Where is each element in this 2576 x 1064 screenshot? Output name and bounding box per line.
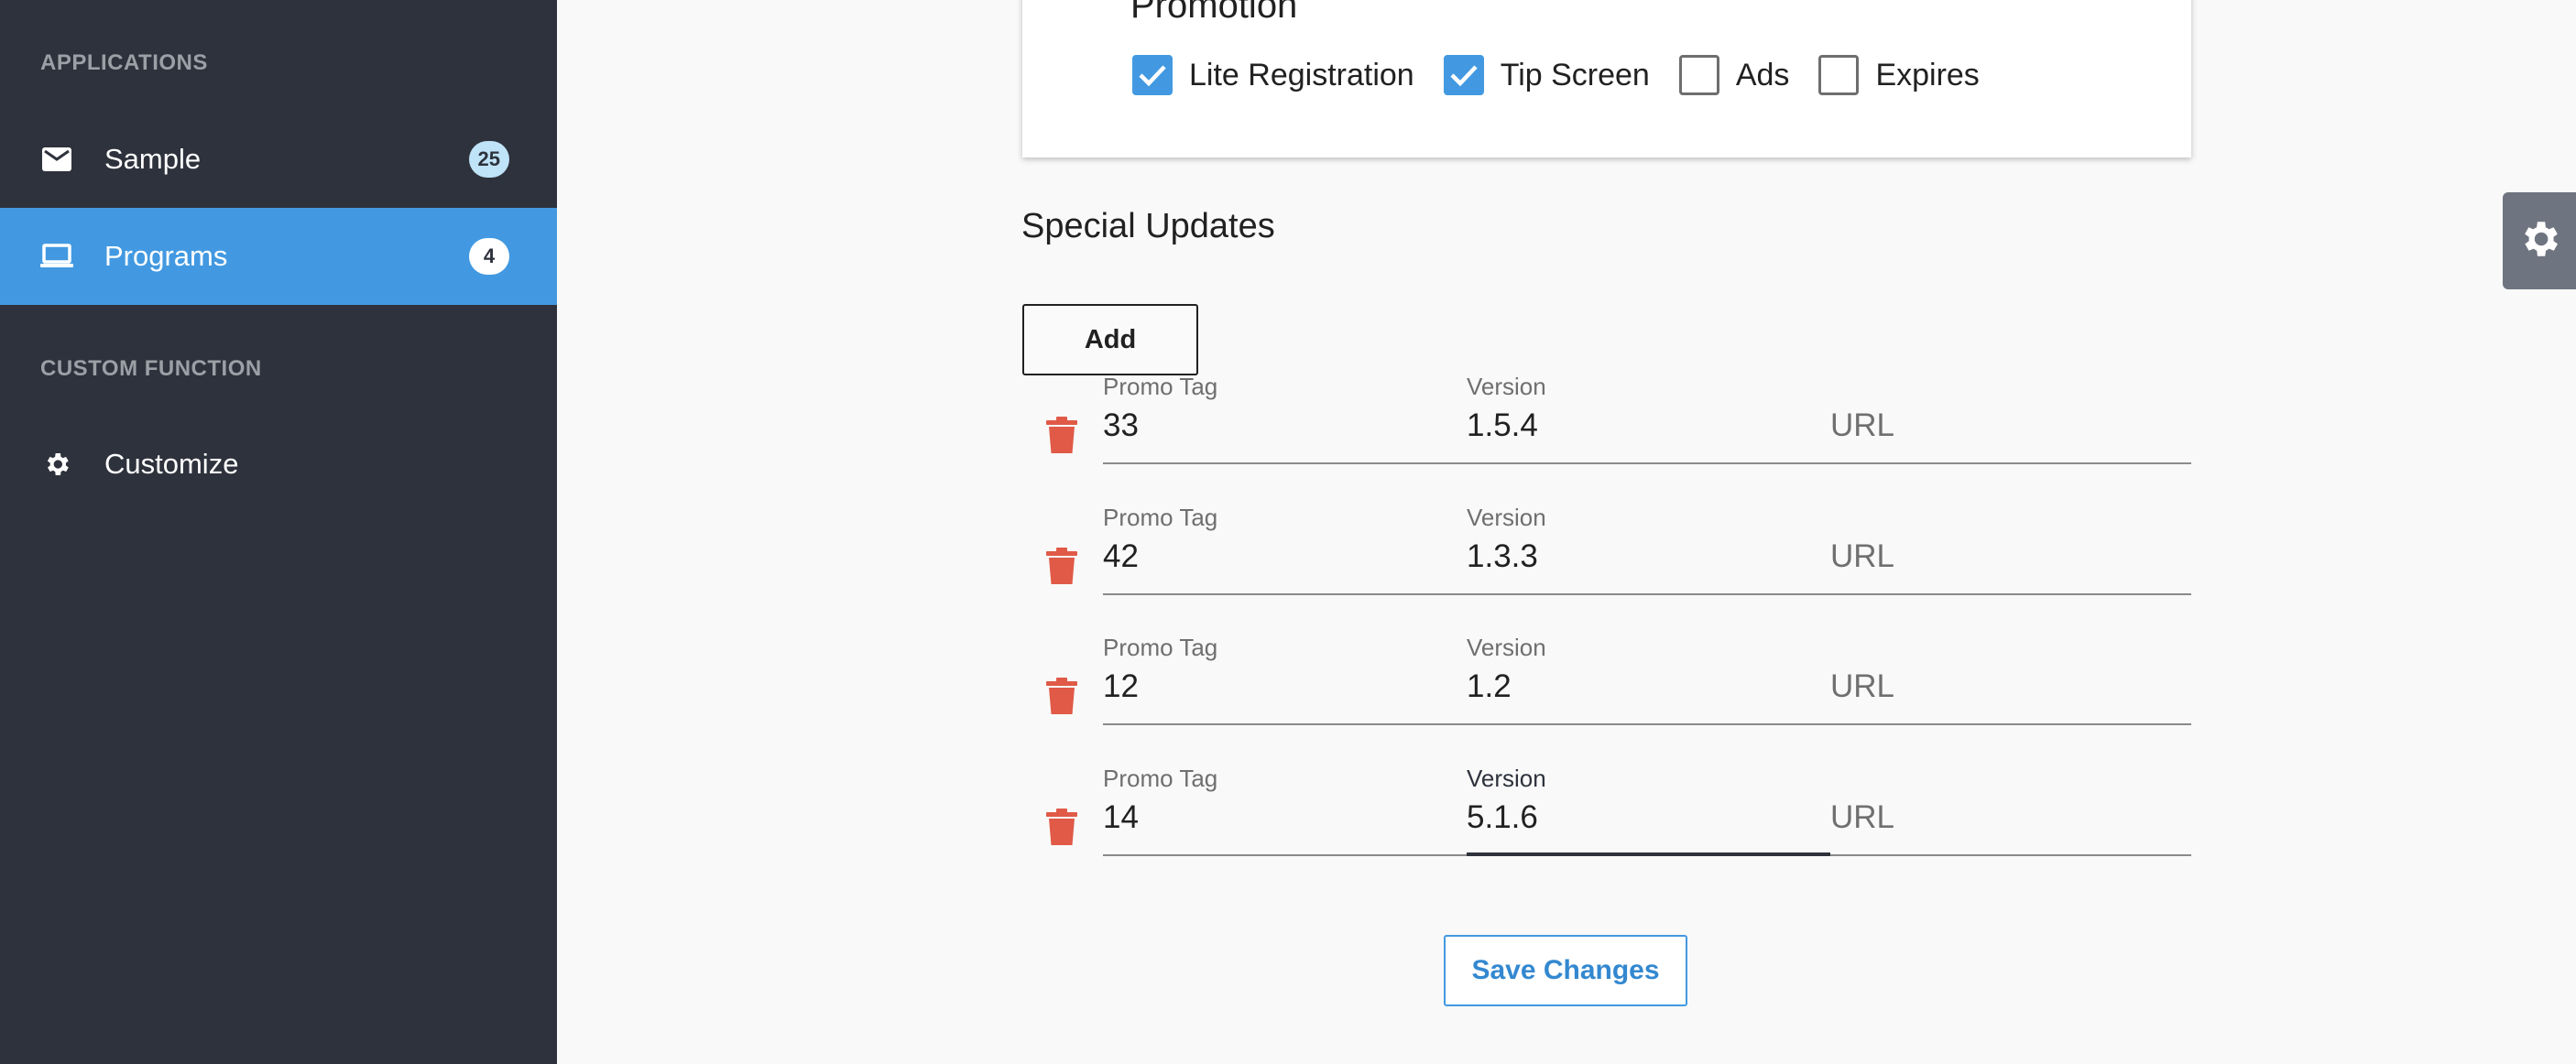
version-label: Version: [1467, 634, 1546, 661]
promo-tag-label: Promo Tag: [1103, 765, 1218, 792]
checkbox-checked-icon[interactable]: [1443, 55, 1484, 95]
trash-icon[interactable]: [1046, 678, 1077, 714]
promo-tag-field[interactable]: Promo Tag 12: [1103, 634, 1467, 725]
update-row: Promo Tag 33 Version 1.5.4 URL: [1022, 373, 2191, 464]
trash-icon[interactable]: [1046, 417, 1077, 453]
sidebar-item-customize[interactable]: Customize: [0, 416, 557, 513]
promo-tag-value[interactable]: 14: [1103, 799, 1139, 836]
field-underline-focused: [1467, 852, 1830, 856]
special-updates-title: Special Updates: [1021, 207, 1275, 245]
checkbox-label: Expires: [1875, 57, 1980, 92]
section-title-custom-function: CUSTOM FUNCTION: [40, 356, 262, 381]
url-placeholder[interactable]: URL: [1830, 407, 1894, 444]
trash-icon[interactable]: [1046, 809, 1077, 845]
checkbox-unchecked-icon[interactable]: [1678, 55, 1719, 95]
field-underline: [1830, 593, 2191, 595]
count-badge: 4: [469, 238, 509, 275]
version-label: Version: [1467, 765, 1546, 792]
promo-tag-value[interactable]: 33: [1103, 407, 1139, 444]
checkbox-tip-screen[interactable]: Tip Screen: [1443, 55, 1650, 95]
version-value[interactable]: 1.3.3: [1467, 538, 1538, 575]
checkbox-label: Lite Registration: [1189, 57, 1414, 92]
version-value[interactable]: 1.2: [1467, 668, 1512, 705]
promo-tag-label: Promo Tag: [1103, 634, 1218, 661]
checkbox-lite-registration[interactable]: Lite Registration: [1132, 55, 1414, 95]
version-field[interactable]: Version 1.2: [1467, 634, 1830, 725]
promo-tag-field[interactable]: Promo Tag 42: [1103, 504, 1467, 595]
field-underline: [1467, 593, 1830, 595]
url-field[interactable]: URL: [1830, 373, 2191, 464]
promo-tag-label: Promo Tag: [1103, 504, 1218, 531]
promo-tag-label: Promo Tag: [1103, 373, 1218, 400]
promo-tag-value[interactable]: 12: [1103, 668, 1139, 705]
field-underline: [1103, 462, 1467, 464]
gear-icon: [2516, 216, 2562, 266]
gear-icon: [40, 448, 73, 481]
settings-tab[interactable]: [2503, 192, 2576, 289]
field-underline: [1467, 462, 1830, 464]
version-label: Version: [1467, 373, 1546, 400]
url-field[interactable]: URL: [1830, 634, 2191, 725]
field-underline: [1467, 723, 1830, 725]
version-value[interactable]: 1.5.4: [1467, 407, 1538, 444]
url-placeholder[interactable]: URL: [1830, 538, 1894, 575]
url-placeholder[interactable]: URL: [1830, 668, 1894, 705]
trash-icon[interactable]: [1046, 548, 1077, 584]
save-changes-button[interactable]: Save Changes: [1444, 935, 1687, 1006]
sidebar-item-sample[interactable]: Sample 25: [0, 111, 557, 208]
url-field[interactable]: URL: [1830, 765, 2191, 856]
laptop-icon: [40, 240, 73, 273]
update-row: Promo Tag 42 Version 1.3.3 URL: [1022, 504, 2191, 595]
url-placeholder[interactable]: URL: [1830, 799, 1894, 836]
promotion-options: Lite Registration Tip Screen Ads Expires: [1132, 55, 2009, 95]
version-field[interactable]: Version 5.1.6: [1467, 765, 1830, 856]
checkbox-expires[interactable]: Expires: [1818, 55, 1980, 95]
field-underline: [1103, 593, 1467, 595]
promo-tag-field[interactable]: Promo Tag 14: [1103, 765, 1467, 856]
promotion-title: Promotion: [1130, 0, 1298, 26]
checkbox-unchecked-icon[interactable]: [1818, 55, 1860, 95]
section-title-applications: APPLICATIONS: [40, 50, 208, 75]
field-underline: [1103, 723, 1467, 725]
sidebar-item-label: Customize: [104, 448, 239, 480]
sidebar-item-label: Programs: [104, 240, 228, 272]
promo-tag-value[interactable]: 42: [1103, 538, 1139, 575]
version-label: Version: [1467, 504, 1546, 531]
update-row: Promo Tag 14 Version 5.1.6 URL: [1022, 765, 2191, 856]
field-underline: [1830, 723, 2191, 725]
count-badge: 25: [468, 141, 509, 178]
field-underline: [1830, 854, 2191, 856]
add-button[interactable]: Add: [1022, 304, 1198, 375]
promo-tag-field[interactable]: Promo Tag 33: [1103, 373, 1467, 464]
sidebar-item-label: Sample: [104, 143, 202, 175]
url-field[interactable]: URL: [1830, 504, 2191, 595]
promotion-card: Promotion Lite Registration Tip Screen A…: [1022, 0, 2191, 157]
sidebar: APPLICATIONS Sample 25 Programs 4 CUSTOM…: [0, 0, 557, 1064]
mail-icon: [40, 143, 73, 176]
sidebar-item-programs[interactable]: Programs 4: [0, 208, 557, 305]
checkbox-ads[interactable]: Ads: [1678, 55, 1790, 95]
version-value[interactable]: 5.1.6: [1467, 799, 1538, 836]
checkbox-label: Tip Screen: [1500, 57, 1650, 92]
version-field[interactable]: Version 1.3.3: [1467, 504, 1830, 595]
version-field[interactable]: Version 1.5.4: [1467, 373, 1830, 464]
field-underline: [1103, 854, 1467, 856]
checkbox-label: Ads: [1735, 57, 1790, 92]
checkbox-checked-icon[interactable]: [1132, 55, 1173, 95]
field-underline: [1830, 462, 2191, 464]
update-row: Promo Tag 12 Version 1.2 URL: [1022, 634, 2191, 725]
